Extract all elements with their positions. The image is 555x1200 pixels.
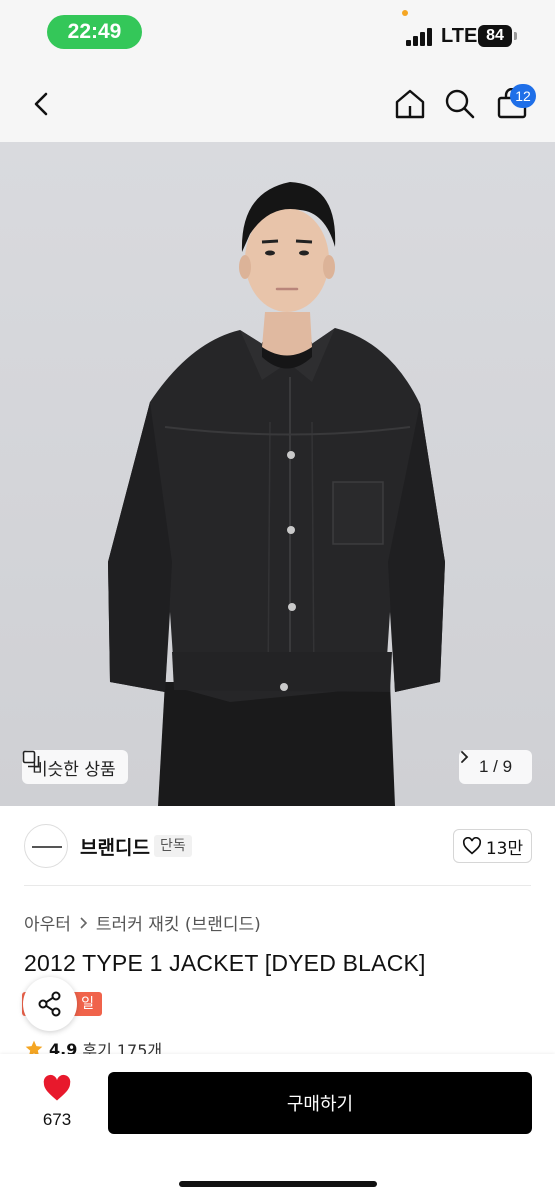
- network-label: LTE: [441, 25, 478, 47]
- signal-icon: [406, 28, 436, 46]
- product-image[interactable]: 비슷한 상품 1 / 9: [0, 142, 555, 806]
- battery-nub: [514, 32, 517, 40]
- chevron-right-icon: [80, 916, 88, 929]
- privacy-indicator-dot: [402, 10, 408, 16]
- home-icon[interactable]: [394, 88, 426, 120]
- copy-icon: [22, 750, 40, 768]
- divider: [24, 885, 531, 886]
- image-counter-label: 1 / 9: [478, 757, 513, 776]
- battery-icon: 84: [478, 25, 512, 47]
- search-icon[interactable]: [444, 88, 476, 120]
- chevron-right-icon: [461, 751, 469, 763]
- brand-like-count: 13만: [485, 838, 524, 859]
- share-button[interactable]: [23, 977, 77, 1031]
- heart-filled-icon: [43, 1074, 71, 1101]
- status-time: 22:49: [47, 15, 142, 49]
- buy-button[interactable]: 구매하기: [108, 1072, 532, 1134]
- back-icon[interactable]: [26, 88, 56, 120]
- heart-outline-icon: [462, 837, 481, 855]
- wish-button[interactable]: 673: [30, 1074, 84, 1136]
- similar-products-label: 비슷한 상품: [32, 759, 116, 780]
- brand-logo[interactable]: [24, 824, 68, 868]
- brand-row: 브랜디드 단독 13만: [0, 806, 555, 886]
- bottom-action-bar: 673 구매하기: [0, 1054, 555, 1200]
- image-counter-button[interactable]: 1 / 9: [459, 750, 532, 784]
- top-nav-bar: [0, 66, 555, 142]
- breadcrumb: 아우터 트러커 재킷 (브랜디드): [24, 910, 261, 935]
- home-indicator: [179, 1181, 377, 1187]
- breadcrumb-item[interactable]: 트러커 재킷 (브랜디드): [96, 910, 261, 935]
- exclusive-tag: 단독: [154, 835, 192, 857]
- similar-products-button[interactable]: 비슷한 상품: [22, 750, 128, 784]
- cart-count-badge: 12: [510, 84, 536, 108]
- wish-count: 673: [42, 1110, 72, 1129]
- breadcrumb-item[interactable]: 아우터: [24, 910, 71, 935]
- product-title: 2012 TYPE 1 JACKET [DYED BLACK]: [24, 950, 426, 976]
- status-bar: 22:49 LTE 84: [0, 0, 555, 66]
- product-photo: [0, 142, 555, 806]
- share-icon: [38, 991, 61, 1017]
- brand-like-button[interactable]: 13만: [453, 829, 532, 863]
- brand-name[interactable]: 브랜디드: [80, 833, 150, 860]
